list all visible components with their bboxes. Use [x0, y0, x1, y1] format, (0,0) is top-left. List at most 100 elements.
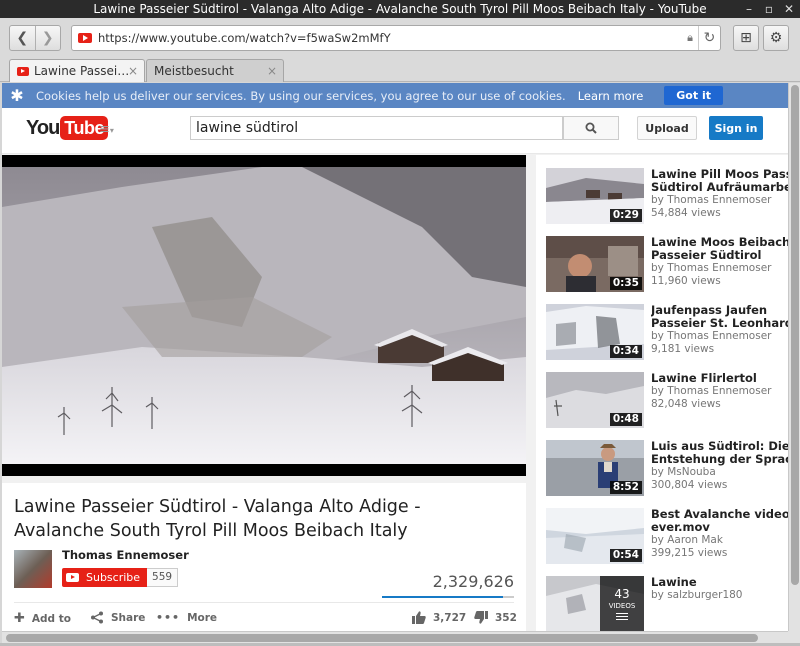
youtube-favicon-icon	[78, 33, 92, 43]
related-title-line2: Entstehung der Sprache	[651, 453, 788, 466]
youtube-logo[interactable]: You Tube	[26, 116, 108, 140]
divider	[14, 602, 514, 603]
tab-close-icon[interactable]: ×	[128, 64, 138, 78]
reload-icon: ↻	[703, 30, 716, 46]
lock-icon[interactable]: 🔒︎	[682, 31, 698, 45]
related-channel: by Thomas Ennemoser	[651, 330, 772, 342]
dislike-button[interactable]: 352	[474, 611, 517, 624]
minimize-icon[interactable]: –	[742, 2, 756, 16]
video-player[interactable]	[2, 155, 526, 476]
playlist-thumbnail[interactable]: 43 VIDEOS	[546, 576, 644, 631]
tab-close-icon[interactable]: ×	[267, 64, 277, 78]
search-icon	[585, 122, 597, 134]
reload-button[interactable]: ↻	[698, 26, 720, 50]
scrollbar-thumb[interactable]	[791, 85, 799, 585]
video-thumbnail[interactable]: 0:48	[546, 372, 644, 428]
related-playlist-item[interactable]: 43 VIDEOS Lawine by salzburger180	[546, 576, 786, 631]
playlist-count: 43	[614, 587, 630, 601]
duration-badge: 8:52	[609, 481, 642, 494]
channel-avatar[interactable]	[14, 550, 52, 588]
related-item[interactable]: 0:54 Best Avalanche video ever.mov by Aa…	[546, 508, 788, 566]
cookie-message: Cookies help us deliver our services. By…	[36, 88, 566, 103]
share-button[interactable]: Share	[90, 611, 145, 624]
like-button[interactable]: 3,727	[412, 611, 466, 624]
back-arrow-icon: ❮	[16, 30, 29, 46]
bookmark-add-button[interactable]: ⊞	[733, 25, 759, 51]
share-label: Share	[111, 611, 146, 624]
forward-arrow-icon: ❯	[41, 30, 54, 46]
sign-in-button[interactable]: Sign in	[709, 116, 763, 140]
related-title-line1: Lawine	[651, 576, 697, 589]
learn-more-link[interactable]: Learn more	[578, 89, 644, 103]
search-button[interactable]	[563, 116, 619, 140]
related-title-line1: Jaufenpass Jaufen	[651, 304, 768, 317]
more-label: More	[187, 611, 218, 624]
address-bar[interactable]: https://www.youtube.com/watch?v=f5waSw2m…	[71, 25, 721, 51]
like-ratio-fill	[382, 596, 503, 598]
related-title-line2: Südtirol Aufräumarbeiten	[651, 181, 788, 194]
search-input[interactable]: lawine südtirol	[190, 116, 563, 140]
thumbs-up-icon	[412, 611, 426, 624]
related-channel: by Thomas Ennemoser	[651, 262, 772, 274]
related-views: 9,181 views	[651, 343, 715, 355]
view-count: 2,329,626	[432, 572, 514, 591]
duration-badge: 0:35	[609, 277, 642, 290]
url-text[interactable]: https://www.youtube.com/watch?v=f5waSw2m…	[98, 31, 682, 45]
channel-name[interactable]: Thomas Ennemoser	[62, 548, 189, 562]
related-item[interactable]: 0:29 Lawine Pill Moos Passeier Südtirol …	[546, 168, 788, 226]
related-channel: by Thomas Ennemoser	[651, 385, 772, 397]
like-ratio-bar	[382, 596, 514, 598]
duration-badge: 0:48	[609, 413, 642, 426]
related-channel: by Aaron Mak	[651, 534, 723, 546]
related-views: 399,215 views	[651, 547, 728, 559]
video-info-card: Lawine Passeier Südtirol - Valanga Alto …	[2, 483, 526, 631]
video-thumbnail[interactable]: 0:54	[546, 508, 644, 564]
related-item[interactable]: 0:35 Lawine Moos Beibach Pill Passeier S…	[546, 236, 788, 294]
tab-current[interactable]: Lawine Passei… ×	[9, 59, 145, 82]
related-item[interactable]: 0:48 Lawine Flirlertol by Thomas Ennemos…	[546, 372, 786, 430]
subscribe-label: Subscribe	[86, 571, 141, 584]
guide-menu-icon[interactable]: ≡▾	[99, 122, 114, 137]
video-thumbnail[interactable]: 0:29	[546, 168, 644, 224]
scrollbar-thumb[interactable]	[6, 634, 758, 642]
video-title: Lawine Passeier Südtirol - Valanga Alto …	[14, 497, 421, 541]
related-title-line1: Lawine Flirlertol	[651, 372, 757, 385]
related-title-line1: Luis aus Südtirol: Die	[651, 440, 788, 453]
related-channel: by MsNouba	[651, 466, 716, 478]
add-to-label: Add to	[31, 612, 71, 625]
cookie-banner: ✱ Cookies help us deliver our services. …	[2, 83, 788, 108]
back-button[interactable]: ❮	[10, 26, 35, 50]
dislike-count: 352	[495, 611, 517, 624]
duration-badge: 0:54	[609, 549, 642, 562]
related-views: 300,804 views	[651, 479, 728, 491]
video-thumbnail[interactable]: 0:35	[546, 236, 644, 292]
video-thumbnail[interactable]: 8:52	[546, 440, 644, 496]
add-to-button[interactable]: ✚ Add to	[14, 611, 71, 626]
tab-meistbesucht[interactable]: Meistbesucht ×	[146, 59, 284, 82]
maximize-icon[interactable]: ▫	[762, 2, 776, 16]
plus-icon: ✚	[14, 611, 25, 626]
related-views: 11,960 views	[651, 275, 721, 287]
masthead: You Tube ≡▾ lawine südtirol Upload Sign …	[2, 108, 788, 154]
related-title-line2: ever.mov	[651, 521, 710, 534]
horizontal-scrollbar[interactable]	[2, 631, 788, 643]
related-videos-sidebar: 0:29 Lawine Pill Moos Passeier Südtirol …	[536, 155, 788, 631]
bookmark-add-icon: ⊞	[740, 30, 752, 46]
close-window-icon[interactable]: ✕	[782, 2, 796, 16]
tab-label: Lawine Passei…	[34, 64, 130, 78]
upload-button[interactable]: Upload	[637, 116, 697, 140]
related-item[interactable]: 0:34 Jaufenpass Jaufen Passeier St. Leon…	[546, 304, 788, 362]
star-icon: ✱	[10, 86, 24, 105]
more-button[interactable]: ••• More	[156, 611, 217, 624]
related-item[interactable]: 8:52 Luis aus Südtirol: Die Entstehung d…	[546, 440, 788, 498]
settings-button[interactable]: ⚙	[763, 25, 789, 51]
forward-button[interactable]: ❯	[34, 26, 61, 50]
share-icon	[91, 611, 103, 624]
video-thumbnail[interactable]: 0:34	[546, 304, 644, 360]
got-it-button[interactable]: Got it	[664, 86, 723, 105]
youtube-play-icon	[66, 573, 79, 582]
subscribe-button[interactable]: Subscribe	[62, 568, 148, 587]
vertical-scrollbar[interactable]	[788, 83, 800, 631]
nav-buttons: ❮ ❯	[9, 25, 61, 51]
browser-toolbar: ❮ ❯ https://www.youtube.com/watch?v=f5wa…	[0, 18, 800, 82]
